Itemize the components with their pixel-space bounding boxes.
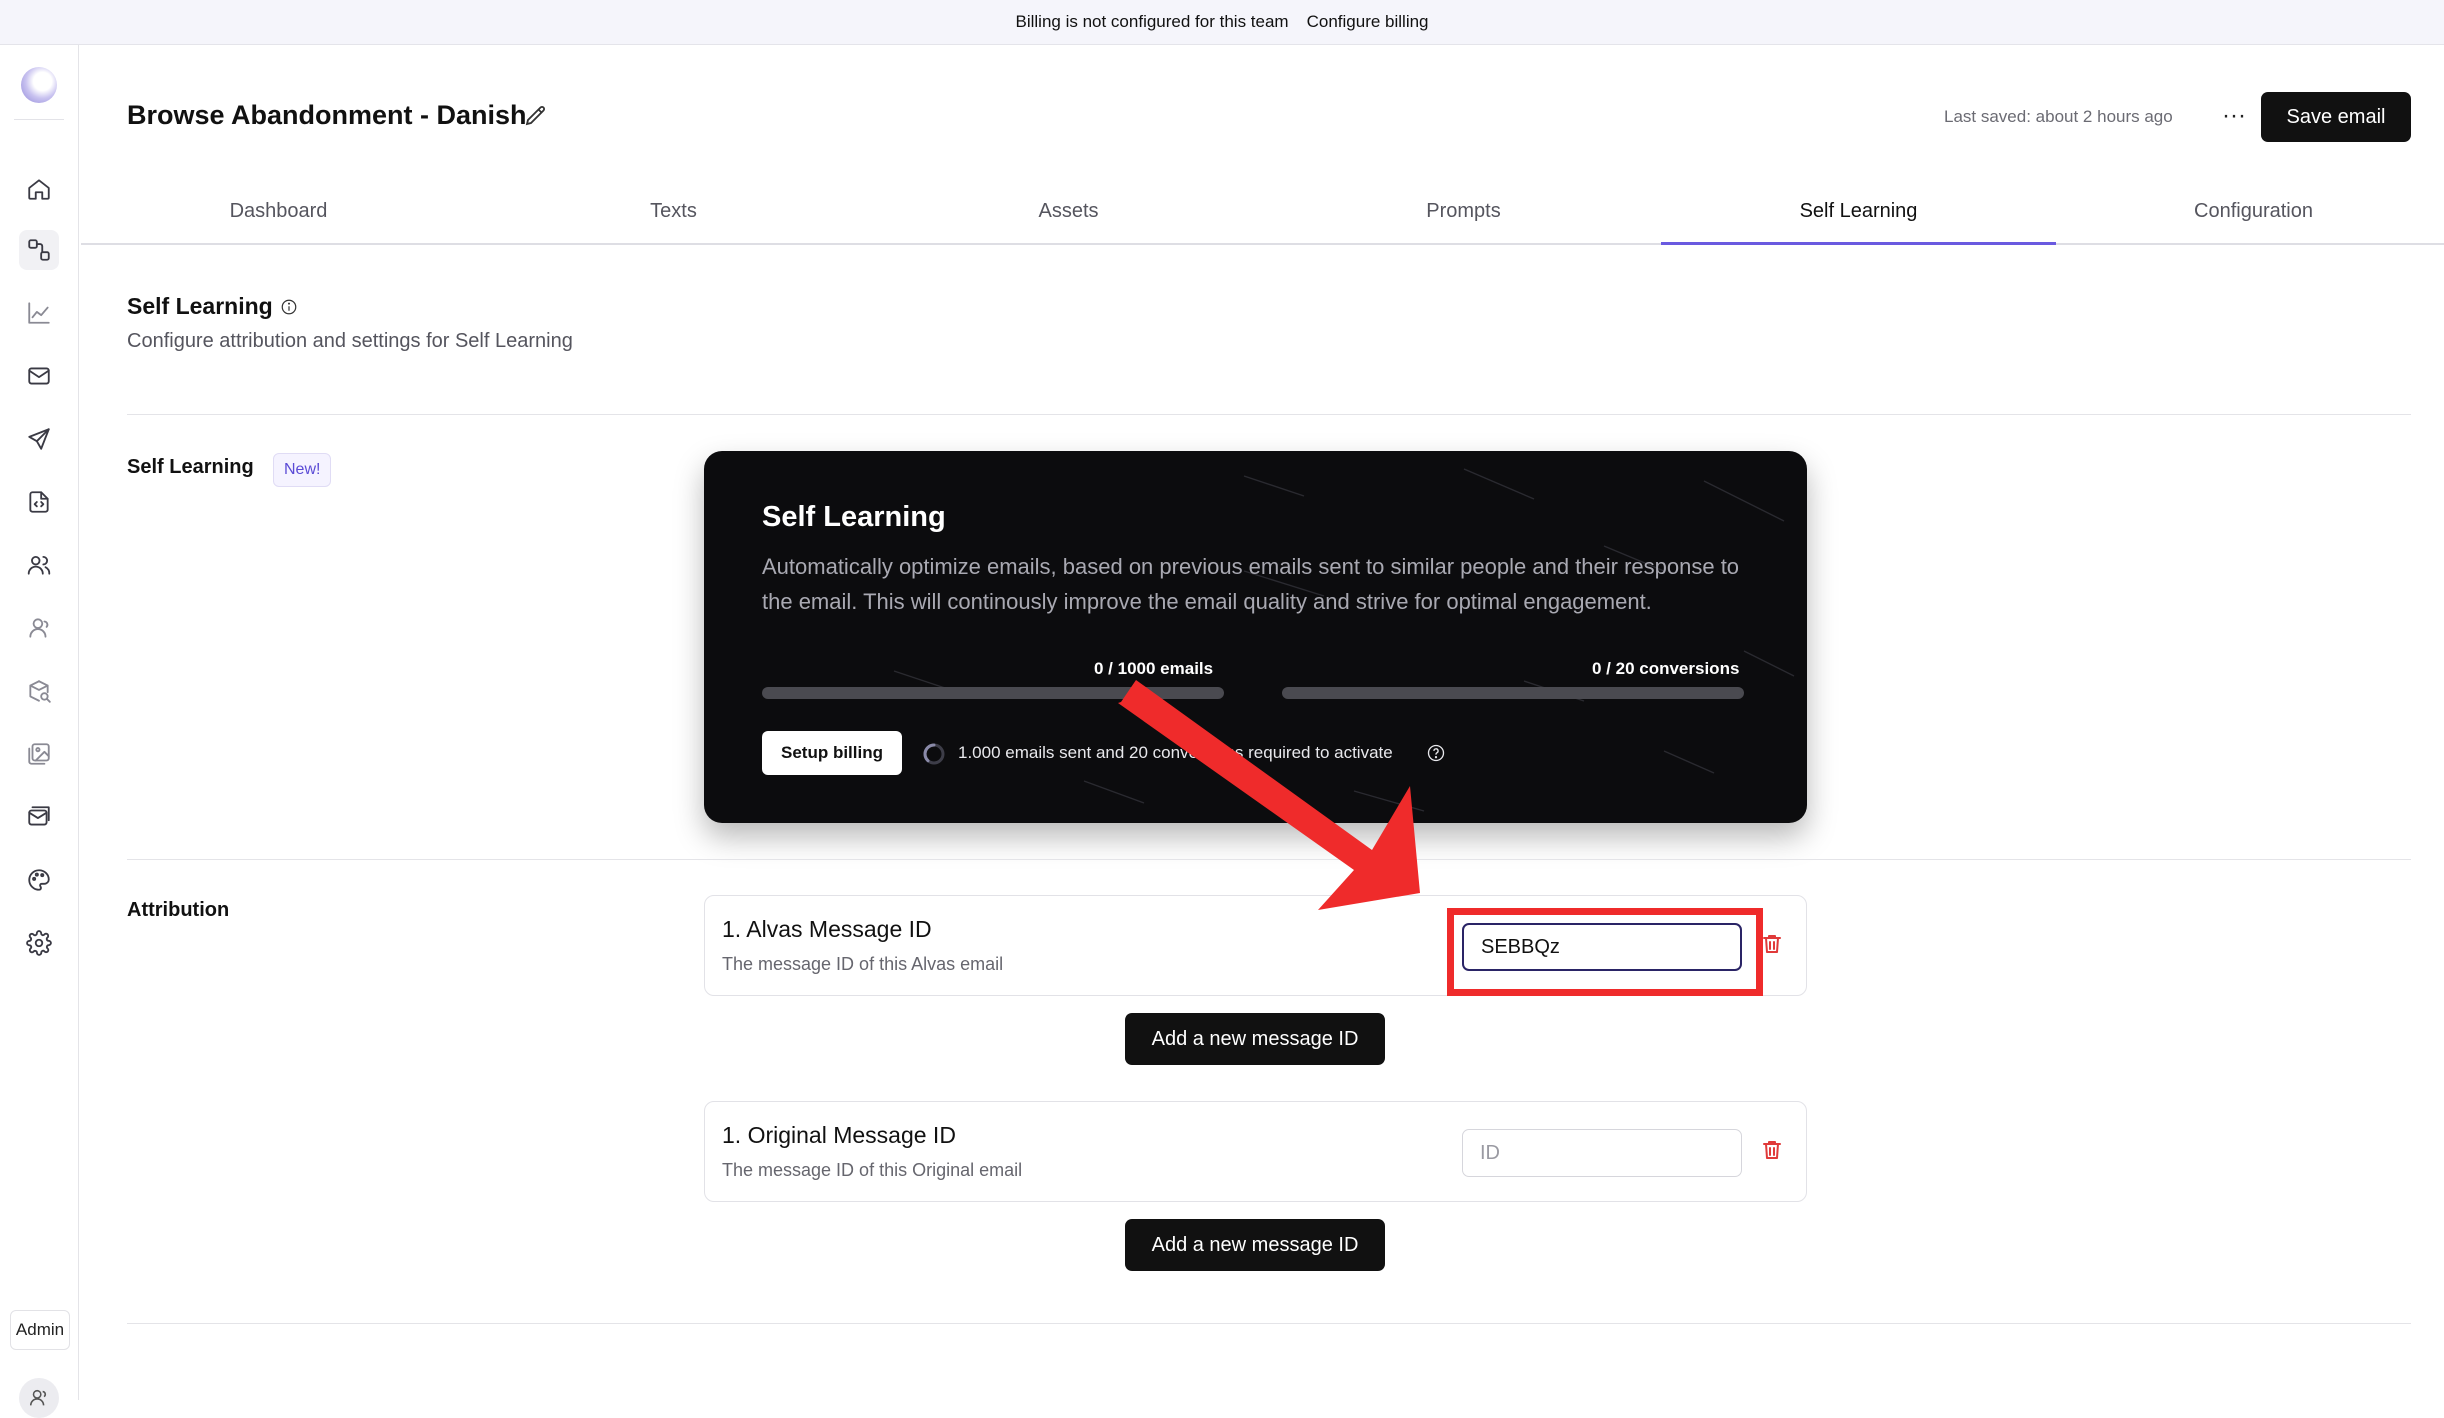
users-icon[interactable] bbox=[19, 545, 59, 585]
tab-self-learning[interactable]: Self Learning bbox=[1661, 180, 2056, 245]
tab-texts[interactable]: Texts bbox=[476, 180, 871, 243]
section-divider bbox=[127, 859, 2411, 860]
billing-banner-message: Billing is not configured for this team bbox=[1015, 12, 1289, 31]
card-description: Automatically optimize emails, based on … bbox=[762, 554, 1740, 614]
original-message-id-input[interactable] bbox=[1462, 1129, 1742, 1177]
more-options-button[interactable]: ··· bbox=[2214, 96, 2254, 136]
gear-icon[interactable] bbox=[19, 923, 59, 963]
card-title: Self Learning bbox=[762, 501, 946, 533]
mail-icon[interactable] bbox=[19, 356, 59, 396]
tab-configuration[interactable]: Configuration bbox=[2056, 180, 2444, 243]
gallery-icon[interactable] bbox=[19, 734, 59, 774]
tab-dashboard[interactable]: Dashboard bbox=[81, 180, 476, 243]
conversions-progress-bar bbox=[1282, 687, 1744, 699]
app-logo[interactable] bbox=[21, 67, 57, 103]
alvas-message-id-title: 1. Alvas Message ID bbox=[722, 916, 932, 942]
self-learning-label: Self Learning bbox=[127, 456, 254, 478]
contacts-icon[interactable] bbox=[19, 608, 59, 648]
attribution-label: Attribution bbox=[127, 899, 230, 921]
section-subtitle: Configure attribution and settings for S… bbox=[127, 330, 573, 352]
send-icon[interactable] bbox=[19, 419, 59, 459]
billing-banner: Billing is not configured for this team … bbox=[0, 0, 2444, 45]
original-message-id-subtitle: The message ID of this Original email bbox=[722, 1160, 1023, 1180]
user-icon bbox=[29, 1389, 47, 1406]
last-saved-status: Last saved: about 2 hours ago bbox=[1944, 107, 2173, 126]
tab-prompts[interactable]: Prompts bbox=[1266, 180, 1661, 243]
save-email-button[interactable]: Save email bbox=[2261, 92, 2411, 142]
info-icon[interactable] bbox=[280, 298, 298, 316]
original-message-id-card: 1. Original Message ID The message ID of… bbox=[704, 1101, 1807, 1202]
alvas-message-id-subtitle: The message ID of this Alvas email bbox=[722, 954, 1004, 974]
alvas-message-id-input[interactable] bbox=[1462, 923, 1742, 971]
sidebar: Admin bbox=[0, 45, 79, 1418]
sidebar-divider bbox=[14, 119, 64, 120]
add-alvas-message-id-button[interactable]: Add a new message ID bbox=[1125, 1013, 1385, 1065]
self-learning-card: Self Learning Automatically optimize ema… bbox=[704, 451, 1807, 823]
tab-bar: Dashboard Texts Assets Prompts Self Lear… bbox=[81, 180, 2444, 245]
admin-badge[interactable]: Admin bbox=[10, 1310, 70, 1350]
original-message-id-title: 1. Original Message ID bbox=[722, 1122, 956, 1148]
configure-billing-link[interactable]: Configure billing bbox=[1307, 12, 1429, 32]
delete-alvas-id-trash-icon[interactable] bbox=[1760, 932, 1788, 960]
emails-progress-label: 0 / 1000 emails bbox=[1094, 659, 1214, 678]
user-avatar[interactable] bbox=[19, 1378, 59, 1418]
alvas-message-id-card: 1. Alvas Message ID The message ID of th… bbox=[704, 895, 1807, 996]
home-icon[interactable] bbox=[19, 169, 59, 209]
inbox-icon[interactable] bbox=[19, 797, 59, 837]
add-original-message-id-button[interactable]: Add a new message ID bbox=[1125, 1219, 1385, 1271]
new-badge: New! bbox=[273, 453, 332, 487]
setup-billing-button[interactable]: Setup billing bbox=[762, 731, 902, 775]
activation-requirement-text: 1.000 emails sent and 20 conversions req… bbox=[958, 743, 1393, 762]
analytics-icon[interactable] bbox=[19, 293, 59, 333]
help-icon[interactable] bbox=[1426, 743, 1446, 763]
section-title: Self Learning bbox=[127, 293, 273, 319]
flows-icon[interactable] bbox=[19, 230, 59, 270]
page-title: Browse Abandonment - Danish bbox=[127, 100, 527, 130]
emails-progress-bar bbox=[762, 687, 1224, 699]
product-search-icon[interactable] bbox=[19, 671, 59, 711]
section-divider bbox=[127, 1323, 2411, 1324]
edit-title-icon[interactable] bbox=[524, 104, 548, 128]
code-file-icon[interactable] bbox=[19, 482, 59, 522]
conversions-progress-label: 0 / 20 conversions bbox=[1592, 659, 1740, 678]
tab-assets[interactable]: Assets bbox=[871, 180, 1266, 243]
delete-original-id-trash-icon[interactable] bbox=[1760, 1138, 1788, 1166]
palette-icon[interactable] bbox=[19, 860, 59, 900]
loading-spinner-icon bbox=[923, 743, 945, 765]
section-divider bbox=[127, 414, 2411, 415]
